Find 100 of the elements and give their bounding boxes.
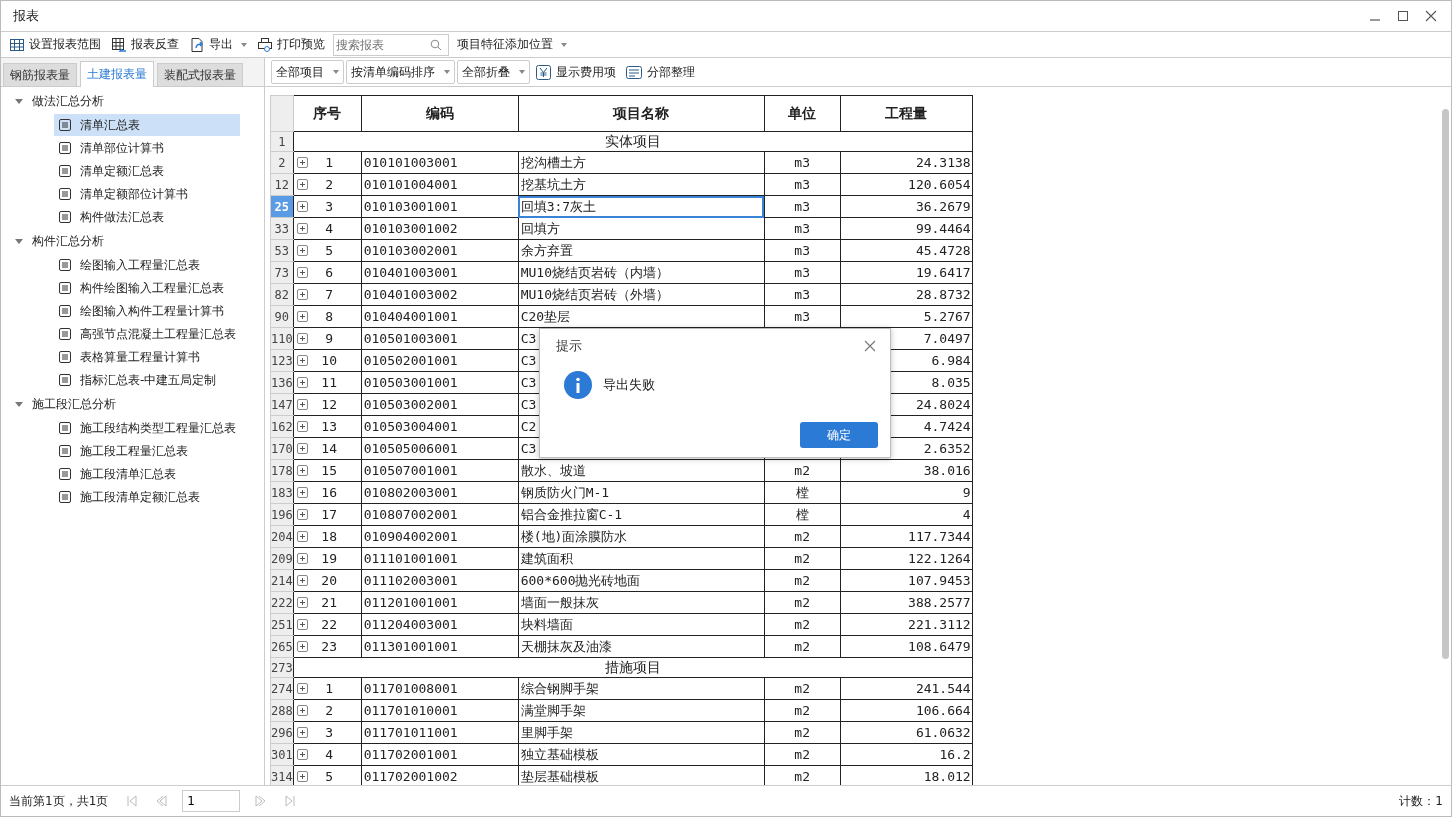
tree-item[interactable]: 高强节点混凝土工程量汇总表 (54, 323, 240, 345)
tree-item[interactable]: 施工段清单定额汇总表 (54, 486, 240, 508)
expand-icon[interactable] (296, 355, 308, 366)
tree-item[interactable]: 绘图输入构件工程量计算书 (54, 300, 240, 322)
caret-icon[interactable] (15, 400, 23, 408)
table-cell: C20垫层 (518, 305, 765, 328)
expand-icon[interactable] (296, 421, 308, 432)
tree-item[interactable]: 指标汇总表-中建五局定制 (54, 369, 240, 391)
document-icon (59, 165, 71, 177)
expand-icon[interactable] (296, 749, 308, 760)
info-icon (564, 371, 592, 399)
expand-icon[interactable] (296, 531, 308, 542)
expand-icon[interactable] (296, 201, 308, 212)
tree-item[interactable]: 构件做法汇总表 (54, 206, 240, 228)
tree-item[interactable]: 施工段结构类型工程量汇总表 (54, 417, 240, 439)
ok-button[interactable]: 确定 (800, 422, 878, 448)
table-cell-text: 13 (320, 419, 338, 434)
close-icon[interactable] (864, 340, 876, 352)
table-cell-text: 2 (324, 177, 335, 192)
expand-icon[interactable] (296, 509, 308, 520)
table-cell: 建筑面积 (518, 547, 765, 570)
expand-icon[interactable] (296, 223, 308, 234)
filter-dropdown[interactable]: 全部项目 (271, 60, 344, 84)
table-cell: 108.6479 (840, 635, 973, 658)
expand-icon[interactable] (296, 377, 308, 388)
expand-icon[interactable] (296, 179, 308, 190)
expand-icon[interactable] (296, 289, 308, 300)
table-cell: 010802003001 (361, 481, 519, 504)
position-dropdown[interactable]: 项目特征添加位置 (455, 36, 569, 53)
table-cell: 里脚手架 (518, 721, 765, 744)
close-icon[interactable] (1425, 10, 1437, 22)
tree-group-label[interactable]: 构件汇总分析 (32, 232, 104, 250)
expand-icon[interactable] (296, 465, 308, 476)
expand-icon[interactable] (296, 487, 308, 498)
tree-item[interactable]: 构件绘图输入工程量汇总表 (54, 277, 240, 299)
scrollbar[interactable] (1442, 109, 1449, 659)
tree-group-label[interactable]: 施工段汇总分析 (32, 395, 116, 413)
maximize-icon[interactable] (1397, 10, 1409, 22)
tree-item[interactable]: 清单汇总表 (54, 114, 240, 136)
expand-icon[interactable] (296, 705, 308, 716)
table-cell: m2 (764, 677, 841, 700)
filter-dropdown[interactable]: 按清单编码排序 (346, 60, 455, 84)
document-icon (59, 468, 71, 480)
expand-icon[interactable] (296, 245, 308, 256)
search-field[interactable]: 搜索报表 (333, 33, 449, 56)
row-number: 12 (270, 173, 294, 196)
document-icon (59, 374, 71, 386)
page-field[interactable]: 1 (182, 790, 241, 812)
table-cell: 010401003002 (361, 283, 519, 306)
toolbar-button[interactable]: 报表反查 (109, 36, 181, 53)
tab[interactable]: 装配式报表量 (157, 63, 243, 86)
expand-icon[interactable] (296, 443, 308, 454)
expand-icon[interactable] (296, 727, 308, 738)
table-cell: 综合钢脚手架 (518, 677, 765, 700)
table-cell: 106.664 (840, 699, 973, 722)
expand-icon[interactable] (296, 311, 308, 322)
table-cell-text: 4 (324, 747, 335, 762)
row-number: 301 (270, 743, 294, 766)
expand-icon[interactable] (296, 771, 308, 782)
expand-icon[interactable] (296, 641, 308, 652)
toolbar-button[interactable]: 分部整理 (622, 60, 699, 84)
tree-item[interactable]: 施工段工程量汇总表 (54, 440, 240, 462)
toolbar-button[interactable]: 打印预览 (255, 36, 327, 53)
expand-icon[interactable] (296, 553, 308, 564)
expand-icon[interactable] (296, 619, 308, 630)
caret-icon[interactable] (15, 97, 23, 105)
expand-icon[interactable] (296, 597, 308, 608)
table-cell: 36.2679 (840, 195, 973, 218)
expand-icon[interactable] (296, 333, 308, 344)
tab[interactable]: 土建报表量 (80, 61, 154, 87)
tree-item[interactable]: 清单部位计算书 (54, 137, 240, 159)
toolbar-button[interactable]: 显示费用项 (532, 60, 620, 84)
tree-item[interactable]: 施工段清单汇总表 (54, 463, 240, 485)
row-number: 53 (270, 239, 294, 262)
table-cell: m3 (764, 151, 841, 174)
document-icon (59, 351, 71, 363)
filter-dropdown[interactable]: 全部折叠 (457, 60, 530, 84)
table-cell: 独立基础模板 (518, 743, 765, 766)
tab[interactable]: 钢筋报表量 (3, 63, 77, 86)
expand-icon[interactable] (296, 157, 308, 168)
caret-icon[interactable] (15, 237, 23, 245)
tree-item[interactable]: 清单定额部位计算书 (54, 183, 240, 205)
tree-item[interactable]: 清单定额汇总表 (54, 160, 240, 182)
table-cell: 满堂脚手架 (518, 699, 765, 722)
expand-icon[interactable] (296, 575, 308, 586)
table-cell: 011702001001 (361, 743, 519, 766)
expand-icon[interactable] (296, 683, 308, 694)
table-cell-text: 1 (324, 681, 335, 696)
table-cell: 010807002001 (361, 503, 519, 526)
tree-group-label[interactable]: 做法汇总分析 (32, 92, 104, 110)
row-number: 288 (270, 699, 294, 722)
column-header: 项目名称 (518, 95, 765, 132)
toolbar-button[interactable]: 设置报表范围 (7, 36, 103, 53)
tree-item[interactable]: 表格算量工程量计算书 (54, 346, 240, 368)
expand-icon[interactable] (296, 399, 308, 410)
table-cell: m3 (764, 305, 841, 328)
table-cell-text: 5 (324, 243, 335, 258)
toolbar-button[interactable]: 导出 (187, 36, 249, 53)
tree-item[interactable]: 绘图输入工程量汇总表 (54, 254, 240, 276)
expand-icon[interactable] (296, 267, 308, 278)
